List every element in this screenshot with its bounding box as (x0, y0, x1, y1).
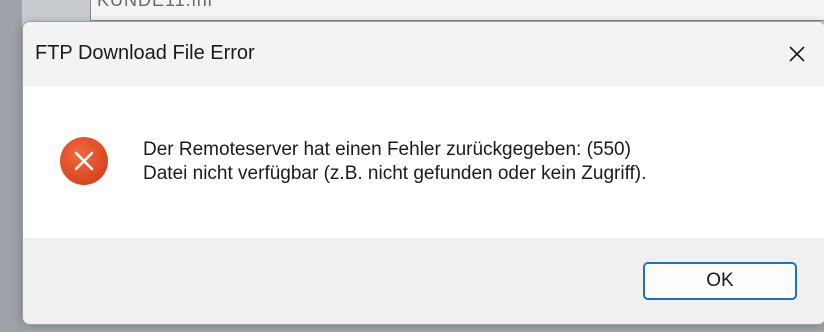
close-button[interactable] (769, 22, 824, 86)
error-message-line-2: Datei nicht verfügbar (z.B. nicht gefund… (143, 163, 647, 184)
close-icon (789, 46, 805, 62)
background-field-text: KUNDE11.ini (97, 0, 213, 10)
title-bar[interactable]: FTP Download File Error (23, 22, 824, 86)
dialog-footer: OK (23, 238, 824, 324)
background-panel (0, 0, 22, 332)
dialog-title: FTP Download File Error (35, 42, 255, 64)
error-message: Der Remoteserver hat einen Fehler zurück… (143, 138, 646, 186)
dialog-content: Der Remoteserver hat einen Fehler zurück… (23, 86, 824, 238)
error-message-line-1: Der Remoteserver hat einen Fehler zurück… (143, 139, 631, 160)
error-dialog: FTP Download File Error Der Remoteserver… (22, 21, 824, 325)
background-field: KUNDE11.ini (90, 0, 824, 21)
ok-button[interactable]: OK (643, 262, 797, 300)
error-icon (60, 137, 108, 185)
